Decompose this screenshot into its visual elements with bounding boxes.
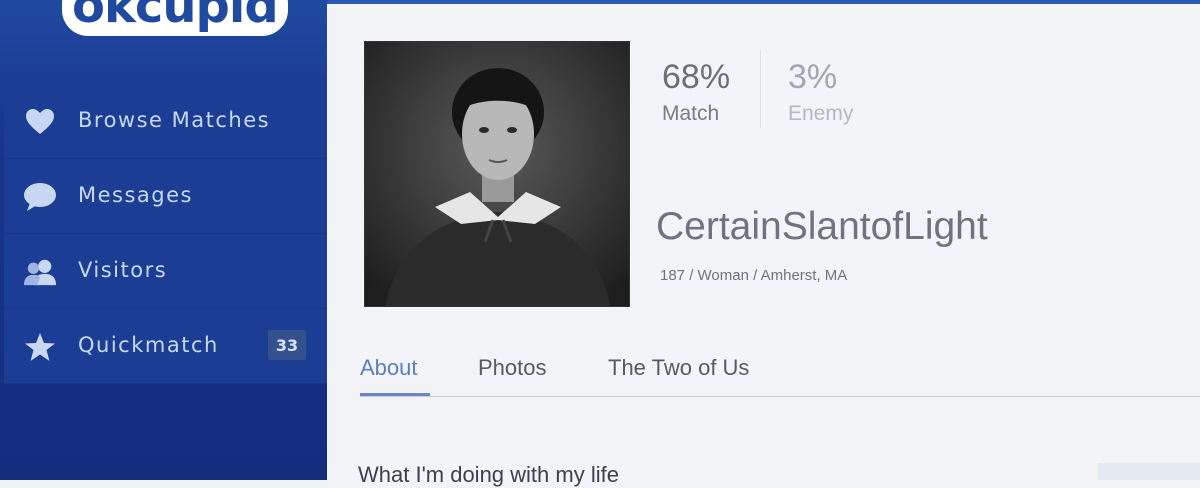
quickmatch-count-badge: 33 bbox=[268, 330, 306, 360]
match-label: Match bbox=[662, 102, 720, 125]
chat-bubble-icon bbox=[24, 181, 56, 213]
tab-the-two-of-us[interactable]: The Two of Us bbox=[608, 355, 749, 396]
heart-icon bbox=[24, 106, 56, 138]
section-heading: What I'm doing with my life bbox=[358, 462, 619, 487]
profile-tabs: About Photos The Two of Us bbox=[360, 355, 1200, 397]
sidebar-item-label: Visitors bbox=[78, 258, 168, 282]
match-percentage: 68% bbox=[662, 58, 731, 96]
sidebar-item-messages[interactable]: Messages bbox=[4, 159, 327, 234]
tab-about[interactable]: About bbox=[360, 355, 430, 396]
profile-details: 187 / Woman / Amherst, MA bbox=[660, 267, 848, 284]
sidebar: okcupid Browse Matches Messages Visitors… bbox=[0, 0, 327, 480]
enemy-label: Enemy bbox=[788, 102, 854, 125]
people-icon bbox=[24, 256, 56, 288]
enemy-percentage: 3% bbox=[788, 58, 838, 96]
sidebar-item-label: Quickmatch bbox=[78, 333, 219, 357]
stat-divider bbox=[760, 50, 761, 128]
top-accent-bar bbox=[327, 0, 1200, 4]
tab-photos[interactable]: Photos bbox=[478, 355, 547, 396]
sidebar-item-label: Browse Matches bbox=[78, 108, 271, 132]
star-icon bbox=[24, 331, 56, 363]
profile-username: CertainSlantofLight bbox=[656, 205, 988, 248]
profile-photo[interactable] bbox=[364, 41, 630, 307]
sidebar-item-label: Messages bbox=[78, 183, 193, 207]
sidebar-item-browse-matches[interactable]: Browse Matches bbox=[4, 84, 327, 159]
okcupid-logo[interactable]: okcupid bbox=[62, 0, 288, 42]
sidebar-item-visitors[interactable]: Visitors bbox=[4, 234, 327, 309]
edit-button[interactable] bbox=[1098, 463, 1200, 480]
